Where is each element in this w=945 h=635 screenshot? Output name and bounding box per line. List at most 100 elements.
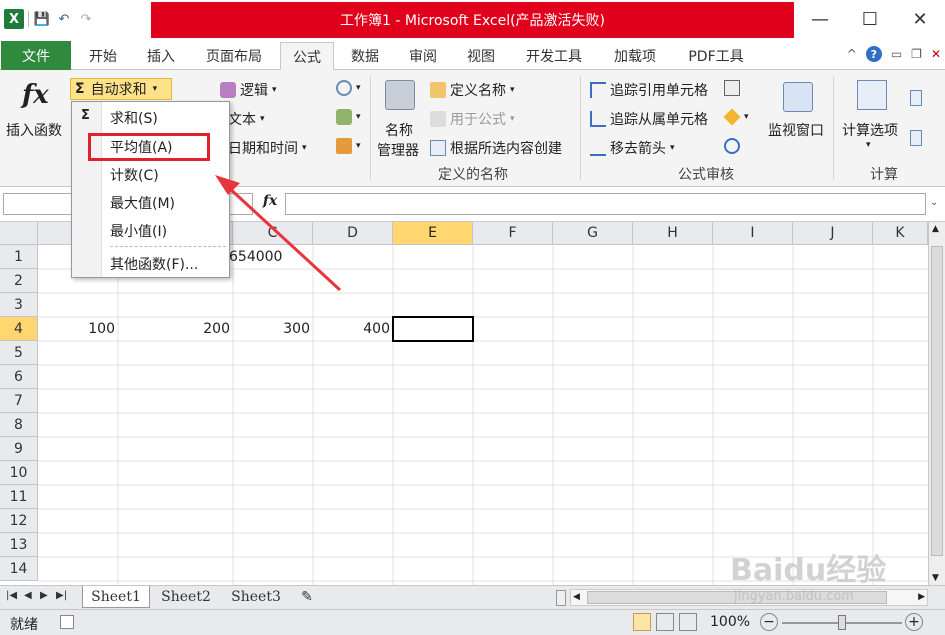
mini-restore-icon[interactable]: ❐ [911, 47, 922, 61]
next-sheet-icon[interactable]: ▶ [40, 590, 48, 601]
collapse-ribbon-icon[interactable]: ^ [847, 47, 857, 61]
row-header[interactable]: 11 [0, 485, 38, 509]
create-from-selection-button[interactable]: 根据所选内容创建 [430, 138, 562, 158]
menu-item-max[interactable]: 最大值(M) [110, 191, 175, 215]
tab-formulas[interactable]: 公式 [280, 42, 334, 71]
minimize-button[interactable]: — [795, 0, 845, 38]
insert-function-icon[interactable]: fx [258, 193, 282, 215]
define-name-button[interactable]: 定义名称 ▾ [430, 80, 515, 100]
help-icon[interactable]: ? [865, 46, 882, 62]
evaluate-formula-button[interactable] [724, 138, 744, 154]
active-cell-e4[interactable] [392, 316, 474, 342]
fx-icon[interactable]: fx [22, 80, 49, 110]
tab-insert[interactable]: 插入 [134, 42, 188, 70]
column-header[interactable]: J [793, 222, 873, 245]
sheet-tab-sheet1[interactable]: Sheet1 [82, 586, 150, 608]
row-header[interactable]: 7 [0, 389, 38, 413]
tab-view[interactable]: 视图 [454, 42, 508, 70]
menu-item-min[interactable]: 最小值(I) [110, 219, 167, 243]
scroll-left-icon[interactable]: ◀ [573, 592, 580, 602]
more-functions-button[interactable]: ▾ [336, 138, 361, 154]
undo-icon[interactable]: ↶ [55, 12, 73, 27]
insert-function-button[interactable]: 插入函数 [6, 120, 62, 140]
row-header[interactable]: 10 [0, 461, 38, 485]
column-header[interactable]: H [633, 222, 713, 245]
row-header[interactable]: 6 [0, 365, 38, 389]
formula-input[interactable] [285, 193, 926, 215]
datetime-button[interactable]: 日期和时间 ▾ [228, 138, 307, 158]
scroll-down-icon[interactable]: ▼ [932, 573, 939, 583]
column-header[interactable]: C [233, 222, 313, 245]
sheet-tab-sheet3[interactable]: Sheet3 [222, 586, 290, 608]
autosum-button[interactable]: Σ 自动求和 ▾ [70, 78, 172, 100]
tab-file[interactable]: 文件 [1, 41, 71, 70]
calc-options-button[interactable]: 计算选项 [842, 120, 898, 140]
redo-icon[interactable]: ↷ [77, 12, 95, 27]
tab-review[interactable]: 审阅 [396, 42, 450, 70]
cell-b4[interactable]: 200 [118, 317, 233, 341]
cell-d4[interactable]: 400 [313, 317, 393, 341]
page-layout-view-icon[interactable] [656, 613, 674, 631]
column-header[interactable]: D [313, 222, 393, 245]
tab-data[interactable]: 数据 [338, 42, 392, 70]
tab-pdf-tools[interactable]: PDF工具 [674, 42, 758, 70]
menu-item-more-functions[interactable]: 其他函数(F)... [110, 252, 198, 276]
mini-minimize-icon[interactable]: ▭ [891, 47, 902, 61]
page-break-view-icon[interactable] [679, 613, 697, 631]
tab-developer[interactable]: 开发工具 [512, 42, 596, 70]
remove-arrows-button[interactable]: 移去箭头 ▾ [590, 138, 675, 158]
column-header[interactable]: I [713, 222, 793, 245]
math-button[interactable]: ▾ [336, 109, 361, 125]
mini-close-icon[interactable]: ✕ [931, 47, 941, 61]
trace-precedents-button[interactable]: 追踪引用单元格 [590, 80, 708, 100]
row-header[interactable]: 8 [0, 413, 38, 437]
close-button[interactable]: ✕ [895, 0, 945, 38]
tab-page-layout[interactable]: 页面布局 [192, 42, 276, 70]
row-header[interactable]: 12 [0, 509, 38, 533]
macro-record-icon[interactable] [60, 615, 74, 629]
logic-button[interactable]: 逻辑 ▾ [220, 80, 277, 100]
name-manager-label-1[interactable]: 名称 [385, 120, 413, 140]
prev-sheet-icon[interactable]: ◀ [24, 590, 32, 601]
tab-home[interactable]: 开始 [76, 42, 130, 70]
menu-item-count[interactable]: 计数(C) [110, 163, 159, 187]
row-header[interactable]: 5 [0, 341, 38, 365]
text-button[interactable]: 文本 ▾ [228, 109, 265, 129]
last-sheet-icon[interactable]: ▶| [56, 590, 67, 601]
normal-view-icon[interactable] [633, 613, 651, 631]
scroll-up-icon[interactable]: ▲ [932, 224, 939, 234]
watch-window-button[interactable]: 监视窗口 [768, 120, 824, 140]
row-header[interactable]: 3 [0, 293, 38, 317]
cell-c4[interactable]: 300 [233, 317, 313, 341]
expand-formula-icon[interactable]: ⌄ [930, 197, 938, 208]
zoom-in-icon[interactable]: + [905, 613, 923, 631]
column-header[interactable]: G [553, 222, 633, 245]
tab-split-handle[interactable] [556, 590, 566, 606]
zoom-level[interactable]: 100% [710, 614, 750, 630]
save-icon[interactable]: 💾 [33, 12, 51, 27]
maximize-button[interactable]: ☐ [845, 0, 895, 38]
row-header[interactable]: 13 [0, 533, 38, 557]
sheet-tab-sheet2[interactable]: Sheet2 [152, 586, 220, 608]
name-manager-label-2[interactable]: 管理器 [377, 140, 419, 160]
zoom-out-icon[interactable]: − [760, 613, 778, 631]
column-header[interactable]: K [873, 222, 928, 245]
row-header[interactable]: 9 [0, 437, 38, 461]
use-in-formula-button[interactable]: 用于公式 ▾ [430, 109, 515, 129]
lookup-button[interactable]: ▾ [336, 80, 361, 96]
calc-sheet-button[interactable] [910, 130, 926, 146]
tab-addins[interactable]: 加载项 [600, 42, 670, 70]
trace-dependents-button[interactable]: 追踪从属单元格 [590, 109, 708, 129]
insert-sheet-icon[interactable]: ✎ [294, 586, 320, 608]
zoom-slider-thumb[interactable] [838, 615, 846, 630]
scroll-thumb[interactable] [931, 246, 943, 556]
first-sheet-icon[interactable]: |◀ [6, 590, 17, 601]
select-all-corner[interactable] [0, 222, 38, 245]
column-header-selected[interactable]: E [393, 222, 473, 245]
vertical-scrollbar[interactable]: ▲ ▼ [928, 222, 945, 585]
menu-item-sum[interactable]: 求和(S) [110, 106, 158, 130]
show-formulas-button[interactable] [724, 80, 744, 96]
row-header-selected[interactable]: 4 [0, 317, 38, 341]
column-header[interactable]: F [473, 222, 553, 245]
row-header[interactable]: 1 [0, 245, 38, 269]
